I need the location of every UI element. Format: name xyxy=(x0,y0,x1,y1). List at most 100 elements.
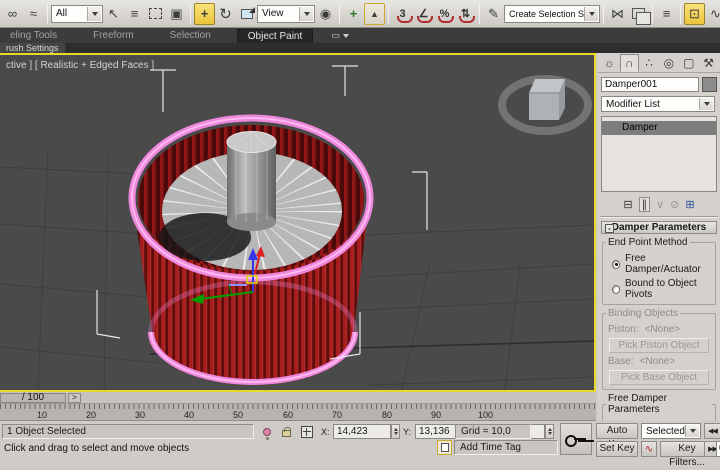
dropdown-arrow-icon[interactable] xyxy=(87,7,101,21)
main-toolbar: ∞ ≈ All ↖ ≡ ▣ + ↻ View ◉ + ▲ 3 ∠ % ⇅ ✎ C… xyxy=(0,0,720,28)
snap-3d-icon[interactable]: 3 xyxy=(392,3,413,25)
selection-filter-dropdown[interactable]: All xyxy=(51,5,103,23)
select-rotate-icon[interactable]: ↻ xyxy=(215,3,236,25)
time-slider-track[interactable]: / 100 > xyxy=(0,392,596,404)
mirror-icon[interactable]: ⋈ xyxy=(607,3,628,25)
end-point-method-group: End Point Method Free Damper/Actuator Bo… xyxy=(602,237,716,305)
window-crossing-icon[interactable]: ▣ xyxy=(166,3,187,25)
z-spinner[interactable] xyxy=(545,424,554,439)
x-label: X: xyxy=(321,427,330,437)
select-object-icon[interactable]: ↖ xyxy=(103,3,124,25)
go-to-start-button[interactable]: ◀◀ xyxy=(704,423,720,439)
pick-base-button[interactable]: Pick Base Object xyxy=(609,370,709,385)
command-panel-tabs: ☼ ∩ ∴ ◎ ▢ ⚒ xyxy=(598,53,720,73)
select-by-name-icon[interactable]: ≡ xyxy=(124,3,145,25)
set-key-button[interactable]: Set Key xyxy=(596,441,638,457)
angle-snap-icon[interactable]: ∠ xyxy=(413,3,434,25)
ribbon-subtab-row: rush Settings xyxy=(0,43,720,53)
bind-to-spacewarp-icon[interactable]: ≈ xyxy=(23,3,44,25)
reference-coord-dropdown[interactable]: View xyxy=(257,5,315,23)
pick-piston-button[interactable]: Pick Piston Object xyxy=(609,338,709,353)
damper-object[interactable] xyxy=(132,118,370,385)
tab-modify-icon[interactable]: ∩ xyxy=(620,54,639,72)
named-selection-sets-icon[interactable]: ✎ xyxy=(483,3,504,25)
rect-selection-region-icon[interactable] xyxy=(145,3,166,25)
minimize-ribbon-button[interactable]: ▭ xyxy=(327,30,353,41)
select-manipulate-icon[interactable]: + xyxy=(343,3,364,25)
radio-selected-icon[interactable] xyxy=(612,260,620,269)
dropdown-arrow-icon[interactable] xyxy=(299,7,313,21)
percent-snap-icon[interactable]: % xyxy=(434,3,455,25)
piston-value: <None> xyxy=(645,324,681,335)
object-name-field[interactable]: Damper001 xyxy=(601,77,699,92)
unlink-selection-icon[interactable]: ∞ xyxy=(2,3,23,25)
bound-pivots-radio-row[interactable]: Bound to Object Pivots xyxy=(612,278,712,300)
tab-hierarchy-icon[interactable]: ∴ xyxy=(640,54,659,72)
default-tangent-icon[interactable]: ∿ xyxy=(641,441,657,457)
tab-freeform[interactable]: Freeform xyxy=(83,29,144,42)
stack-item-damper[interactable]: Damper xyxy=(602,121,716,135)
tab-brush-settings[interactable]: rush Settings xyxy=(0,43,65,53)
grid-size-readout: Grid = 10,0 xyxy=(455,424,531,439)
binding-objects-legend: Binding Objects xyxy=(606,308,680,319)
set-keys-button[interactable] xyxy=(560,423,592,455)
spinner-snap-icon[interactable]: ⇅ xyxy=(455,3,476,25)
layer-manager-icon[interactable]: ≡ xyxy=(656,3,677,25)
selection-lock-icon[interactable] xyxy=(278,424,295,439)
remove-modifier-icon[interactable]: ⊘ xyxy=(670,198,679,211)
object-color-swatch[interactable] xyxy=(702,77,717,92)
x-spinner[interactable] xyxy=(391,424,400,439)
base-label: Base: xyxy=(608,356,634,367)
select-scale-icon[interactable] xyxy=(236,3,257,25)
next-frame-button[interactable]: > xyxy=(68,393,81,403)
tab-create-icon[interactable]: ☼ xyxy=(600,54,619,72)
collapse-icon[interactable]: - xyxy=(605,224,614,233)
auto-key-button[interactable]: Auto Key xyxy=(596,423,638,439)
viewcube-front-face xyxy=(529,93,559,120)
use-pivot-center-icon[interactable]: ◉ xyxy=(315,3,336,25)
keyboard-override-icon[interactable]: ▲ xyxy=(364,3,385,25)
select-move-icon[interactable]: + xyxy=(194,3,215,25)
dropdown-arrow-icon[interactable] xyxy=(685,425,699,437)
absolute-relative-transform-icon[interactable] xyxy=(298,424,315,439)
selection-set-dropdown[interactable]: Create Selection Se xyxy=(504,5,600,23)
free-damper-radio-row[interactable]: Free Damper/Actuator xyxy=(612,253,712,275)
curve-editor-icon[interactable]: ∿ xyxy=(705,3,720,25)
ruler-label: 50 xyxy=(233,410,243,420)
command-panel: ☼ ∩ ∴ ◎ ▢ ⚒ Damper001 Modifier List Damp… xyxy=(598,53,720,421)
tab-display-icon[interactable]: ▢ xyxy=(679,54,698,72)
tab-object-paint[interactable]: Object Paint xyxy=(237,29,313,43)
tab-selection[interactable]: Selection xyxy=(160,29,221,42)
viewcube[interactable] xyxy=(502,79,588,131)
show-end-result-icon[interactable]: ∥ xyxy=(639,197,651,212)
tab-modeling-tools[interactable]: eling Tools xyxy=(0,29,67,42)
ruler-label: 20 xyxy=(86,410,96,420)
viewport-label[interactable]: ctive ] [ Realistic + Edged Faces ] xyxy=(6,60,154,71)
current-frame-field[interactable]: 0 xyxy=(716,441,720,457)
x-coordinate-field[interactable]: 14,423 xyxy=(333,424,391,439)
time-slider-handle[interactable]: / 100 xyxy=(0,393,66,403)
pin-stack-icon[interactable]: ⊟ xyxy=(623,198,632,211)
add-time-tag-field[interactable]: Add Time Tag xyxy=(454,440,558,455)
perspective-viewport[interactable]: ctive ] [ Realistic + Edged Faces ] xyxy=(0,53,596,392)
isolate-selection-icon[interactable] xyxy=(258,424,275,439)
radio-unselected-icon[interactable] xyxy=(612,285,620,294)
align-icon[interactable] xyxy=(628,3,649,25)
make-unique-icon[interactable]: ∨ xyxy=(656,198,664,211)
free-damper-radio-label: Free Damper/Actuator xyxy=(625,253,712,275)
dropdown-arrow-icon[interactable] xyxy=(584,7,598,21)
damper-parameters-rollout-header[interactable]: - Damper Parameters xyxy=(601,221,717,234)
time-tag-icon[interactable] xyxy=(437,440,452,455)
modifier-list-dropdown[interactable]: Modifier List xyxy=(601,96,715,112)
dropdown-arrow-icon[interactable] xyxy=(699,98,713,110)
configure-modifier-sets-icon[interactable]: ⊞ xyxy=(685,198,694,211)
y-label: Y: xyxy=(403,427,411,437)
tab-motion-icon[interactable]: ◎ xyxy=(660,54,679,72)
ribbon-toggle-icon[interactable]: ⊡ xyxy=(684,3,705,25)
key-mode-dropdown[interactable]: Selected xyxy=(641,423,701,439)
viewport-canvas xyxy=(0,55,594,390)
track-bar-ruler[interactable]: 10 20 30 40 50 60 70 80 90 100 xyxy=(0,404,596,421)
tab-utilities-icon[interactable]: ⚒ xyxy=(699,54,718,72)
base-value: <None> xyxy=(640,356,676,367)
modifier-stack[interactable]: Damper xyxy=(601,116,717,192)
